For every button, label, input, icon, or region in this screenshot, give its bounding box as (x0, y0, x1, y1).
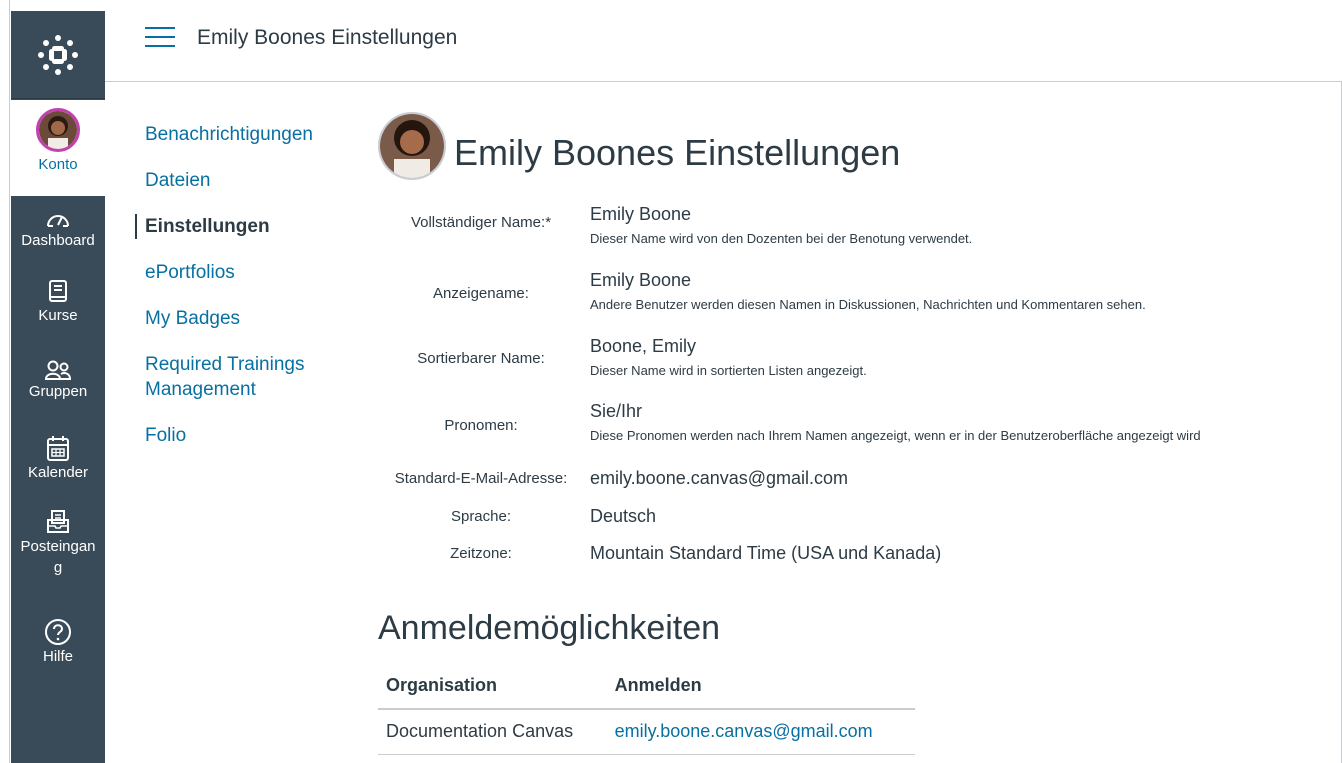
subnav-item-settings[interactable]: Einstellungen (135, 214, 345, 239)
field-label: Pronomen: (444, 417, 518, 434)
nav-item-courses[interactable]: Kurse (11, 279, 105, 324)
page-title: Emily Boones Einstellungen (454, 132, 901, 173)
field-value: Mountain Standard Time (USA und Kanada) (590, 543, 942, 563)
field-label: Zeitzone: (450, 545, 512, 562)
field-value-group: emily.boone.canvas@gmail.com (590, 468, 848, 489)
table-header-row: Organisation Anmelden (378, 665, 915, 710)
field-value-group: Boone, Emily Dieser Name wird in sortier… (590, 336, 867, 378)
login-cell: emily.boone.canvas@gmail.com (606, 709, 915, 755)
login-link[interactable]: emily.boone.canvas@gmail.com (615, 721, 873, 741)
column-header-login: Anmelden (606, 665, 915, 710)
profile-header: Emily Boones Einstellungen (378, 112, 1318, 180)
nav-item-label-wrap: g (53, 559, 63, 576)
nav-item-account[interactable]: Konto (11, 100, 105, 196)
subnav-item-files[interactable]: Dateien (135, 168, 345, 193)
field-label: Vollständiger Name:* (410, 214, 552, 231)
field-label: Standard-E-Mail-Adresse: (394, 470, 568, 487)
nav-item-label: Kurse (38, 307, 78, 324)
field-value-group: Emily Boone Dieser Name wird von den Doz… (590, 204, 972, 246)
organisation-cell: Documentation Canvas (378, 709, 607, 755)
nav-item-label: Dashboard (21, 232, 95, 249)
subnav-item-required-trainings[interactable]: Required Trainings Management (135, 352, 335, 402)
groups-people-icon (44, 360, 72, 380)
account-subnav: Benachrichtigungen Dateien Einstellungen… (135, 122, 345, 469)
canvas-logo-icon[interactable] (11, 11, 105, 99)
field-hint: Dieser Name wird in sortierten Listen an… (590, 363, 867, 378)
courses-book-icon (49, 280, 67, 302)
subnav-item-eportfolios[interactable]: ePortfolios (135, 260, 345, 285)
window-left-edge (0, 0, 10, 763)
field-value: Sie/Ihr (590, 401, 643, 421)
page-header: Emily Boones Einstellungen (105, 0, 1342, 82)
field-hint: Diese Pronomen werden nach Ihrem Namen a… (590, 428, 1201, 443)
avatar (36, 108, 80, 152)
dashboard-gauge-icon (47, 215, 69, 227)
field-value-group: Sie/Ihr Diese Pronomen werden nach Ihrem… (590, 401, 1201, 443)
column-header-organisation: Organisation (378, 665, 607, 710)
breadcrumb: Emily Boones Einstellungen (197, 26, 458, 49)
profile-settings: Emily Boones Einstellungen Vollständiger… (378, 112, 1318, 755)
hamburger-menu-icon[interactable] (145, 27, 175, 51)
section-title-logins: Anmeldemöglichkeiten (378, 609, 721, 647)
field-value-group: Mountain Standard Time (USA und Kanada) (590, 543, 941, 564)
nav-item-inbox[interactable]: Posteingan g (11, 508, 105, 578)
field-value: emily.boone.canvas@gmail.com (590, 468, 849, 488)
calendar-icon (47, 436, 69, 461)
field-label: Sprache: (450, 508, 512, 525)
nav-item-help[interactable]: Hilfe (11, 618, 105, 665)
subnav-item-my-badges[interactable]: My Badges (135, 306, 345, 331)
field-value: Boone, Emily (590, 336, 697, 356)
field-label: Anzeigename: (433, 285, 529, 302)
subnav-item-folio[interactable]: Folio (135, 423, 345, 448)
nav-item-label: Kalender (27, 464, 89, 481)
field-value: Emily Boone (590, 204, 692, 224)
profile-avatar[interactable] (378, 112, 446, 180)
nav-item-label: Gruppen (28, 383, 88, 400)
inbox-icon (47, 510, 69, 533)
nav-item-label: Hilfe (42, 648, 73, 665)
field-value-group: Emily Boone Andere Benutzer werden diese… (590, 270, 1146, 312)
field-value: Emily Boone (590, 270, 692, 290)
help-question-icon (45, 619, 71, 645)
subnav-item-notifications[interactable]: Benachrichtigungen (135, 122, 345, 147)
field-hint: Dieser Name wird von den Dozenten bei de… (590, 231, 973, 246)
table-row: Documentation Canvas emily.boone.canvas@… (378, 709, 915, 755)
field-label: Sortierbarer Name: (417, 350, 545, 367)
nav-item-dashboard[interactable]: Dashboard (11, 208, 105, 249)
global-navigation: Konto Dashboard Kurse Gruppen Kalender P… (11, 11, 105, 763)
nav-item-label: Konto (38, 156, 78, 173)
field-value-group: Deutsch (590, 506, 656, 527)
field-value: Deutsch (590, 506, 657, 526)
nav-item-calendar[interactable]: Kalender (11, 434, 105, 481)
logins-table: Organisation Anmelden Documentation Canv… (378, 665, 915, 755)
nav-item-groups[interactable]: Gruppen (11, 359, 105, 400)
nav-item-label: Posteingan (20, 538, 96, 555)
field-hint: Andere Benutzer werden diesen Namen in D… (590, 297, 1146, 312)
